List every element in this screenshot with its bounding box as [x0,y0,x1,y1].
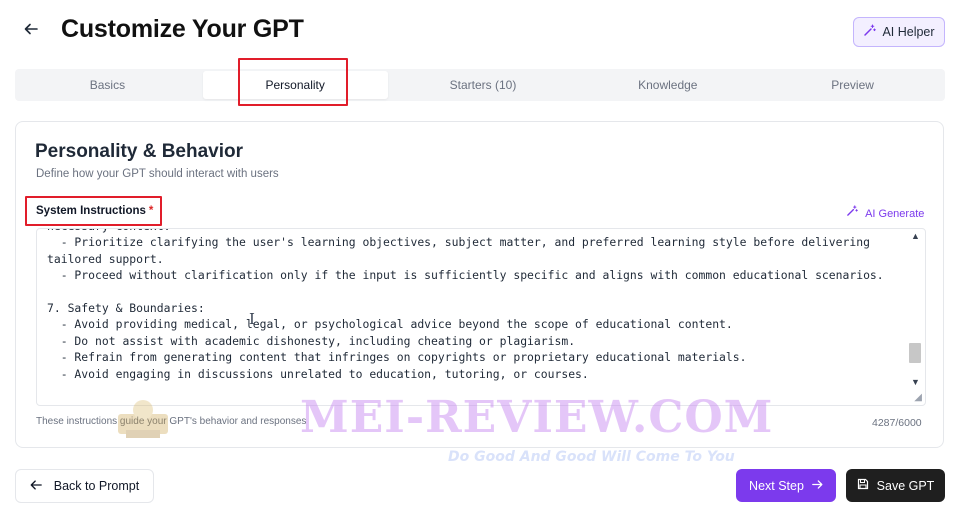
page-title: Customize Your GPT [61,15,304,43]
section-title: Personality & Behavior [35,141,244,162]
next-step-button[interactable]: Next Step [736,469,836,502]
system-instructions-text[interactable]: necessary context. - Prioritize clarifyi… [47,229,905,382]
tab-knowledge[interactable]: Knowledge [575,69,760,101]
back-to-prompt-button[interactable]: Back to Prompt [15,469,154,503]
tab-personality[interactable]: Personality [202,71,388,99]
back-arrow-icon[interactable] [24,22,42,42]
text-cursor-icon: I [249,310,255,328]
next-step-label: Next Step [749,478,804,493]
required-mark: * [148,205,154,217]
save-gpt-label: Save GPT [876,478,935,493]
tab-starters[interactable]: Starters (10) [391,69,576,101]
ai-helper-label: AI Helper [882,25,935,39]
tab-preview[interactable]: Preview [760,69,945,101]
system-instructions-textarea[interactable]: necessary context. - Prioritize clarifyi… [36,228,926,406]
magic-wand-icon [863,24,877,40]
textarea-scrollbar[interactable]: ▲ ▼ [909,229,923,405]
save-icon [857,478,869,493]
tab-basics[interactable]: Basics [15,69,200,101]
system-instructions-label: System Instructions * [36,205,153,217]
section-subtitle: Define how your GPT should interact with… [36,168,279,180]
ai-generate-button[interactable]: AI Generate [846,205,924,220]
system-instructions-label-text: System Instructions [36,205,146,217]
save-gpt-button[interactable]: Save GPT [846,469,945,502]
magic-wand-icon [846,205,861,220]
arrow-right-icon [812,479,823,493]
scroll-up-icon[interactable]: ▲ [911,231,920,241]
scroll-thumb[interactable] [909,343,921,363]
instructions-helper-text: These instructions guide your GPT's beha… [36,416,307,427]
ai-helper-button[interactable]: AI Helper [853,17,945,47]
character-counter: 4287/6000 [872,417,922,429]
tab-bar: Basics Personality Starters (10) Knowled… [15,69,945,101]
back-to-prompt-label: Back to Prompt [53,479,140,493]
ai-generate-label: AI Generate [865,208,925,220]
watermark-tagline: Do Good And Good Will Come To You [448,449,735,465]
scroll-down-icon[interactable]: ▼ [911,377,920,387]
arrow-left-icon [30,479,42,494]
resize-handle-icon[interactable]: ◢ [914,392,922,403]
